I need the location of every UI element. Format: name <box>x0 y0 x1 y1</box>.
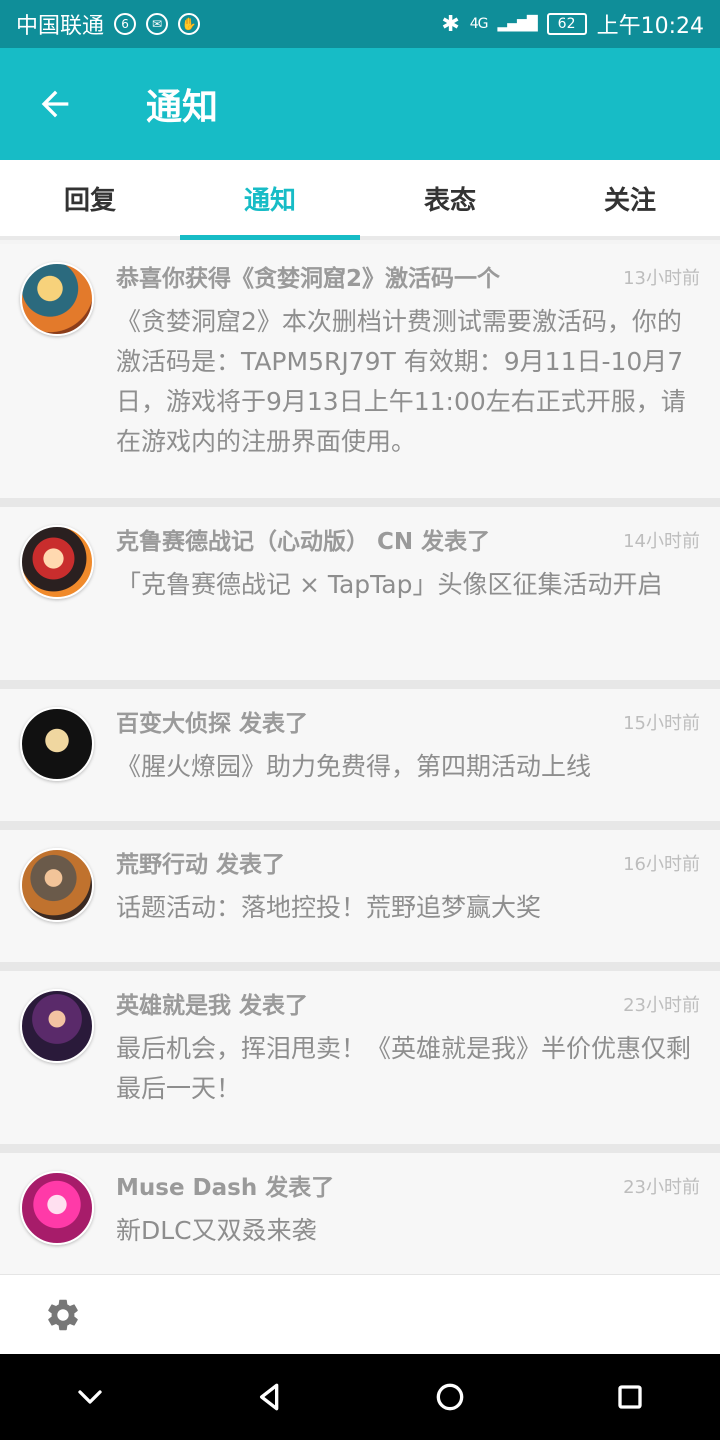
avatar[interactable] <box>20 1171 94 1245</box>
tab-notification[interactable]: 通知 <box>180 160 360 240</box>
notification-title: 荒野行动 发表了 <box>116 852 286 878</box>
notification-item[interactable]: 英雄就是我 发表了 23小时前 最后机会，挥泪甩卖！《英雄就是我》半价优惠仅剩最… <box>0 971 720 1153</box>
back-triangle-icon[interactable] <box>250 1377 290 1417</box>
notification-content: 「克鲁赛德战记 × TapTap」头像区征集活动开启 <box>116 570 663 599</box>
bottom-toolbar <box>0 1274 720 1354</box>
notification-time: 13小时前 <box>623 268 700 289</box>
battery-icon: 62 <box>546 13 587 35</box>
notification-header: 恭喜你获得《贪婪洞窟2》激活码一个 13小时前 <box>116 262 700 296</box>
tab-reply[interactable]: 回复 <box>0 160 180 236</box>
notification-body: Muse Dash 发表了 23小时前 新DLC又双叒来袭 <box>116 1171 700 1267</box>
weibo-icon: 6 <box>114 13 137 35</box>
notification-item[interactable]: 恭喜你获得《贪婪洞窟2》激活码一个 13小时前 《贪婪洞窟2》本次删档计费测试需… <box>0 244 720 507</box>
hand-icon: ✋ <box>178 13 201 35</box>
system-nav-bar <box>0 1354 720 1440</box>
notification-time: 23小时前 <box>623 1177 700 1198</box>
notification-header: Muse Dash 发表了 23小时前 <box>116 1171 700 1205</box>
bluetooth-icon: ✱ <box>441 11 460 37</box>
avatar[interactable] <box>20 707 94 781</box>
notification-body: 恭喜你获得《贪婪洞窟2》激活码一个 13小时前 《贪婪洞窟2》本次删档计费测试需… <box>116 262 700 480</box>
notification-header: 百变大侦探 发表了 15小时前 <box>116 707 700 741</box>
page-title: 通知 <box>146 87 219 128</box>
clock: 上午10:24 <box>596 14 704 39</box>
avatar[interactable] <box>20 848 94 922</box>
notification-item[interactable]: Muse Dash 发表了 23小时前 新DLC又双叒来袭 <box>0 1153 720 1274</box>
notification-content: 话题活动：落地控投！荒野追梦赢大奖 <box>116 893 542 922</box>
notification-title: Muse Dash 发表了 <box>116 1175 335 1201</box>
notification-body: 荒野行动 发表了 16小时前 话题活动：落地控投！荒野追梦赢大奖 <box>116 848 700 944</box>
gear-icon[interactable] <box>44 1296 82 1334</box>
tab-reaction[interactable]: 表态 <box>360 160 540 236</box>
notification-content: 新DLC又双叒来袭 <box>116 1216 317 1245</box>
network-label: 4G <box>469 16 489 32</box>
app-bar: 通知 <box>0 48 720 160</box>
notification-item[interactable]: 荒野行动 发表了 16小时前 话题活动：落地控投！荒野追梦赢大奖 <box>0 830 720 971</box>
signal-icon: ▂▄▆█ <box>497 16 538 32</box>
battery-level: 62 <box>557 16 576 32</box>
avatar[interactable] <box>20 525 94 599</box>
tab-bar: 回复 通知 表态 关注 <box>0 160 720 240</box>
avatar[interactable] <box>20 989 94 1063</box>
notification-body: 百变大侦探 发表了 15小时前 《腥火燎园》助力免费得，第四期活动上线 <box>116 707 700 803</box>
notification-item[interactable]: 克鲁赛德战记（心动版） CN 发表了 14小时前 「克鲁赛德战记 × TapTa… <box>0 507 720 689</box>
notification-body: 克鲁赛德战记（心动版） CN 发表了 14小时前 「克鲁赛德战记 × TapTa… <box>116 525 700 662</box>
notification-body: 英雄就是我 发表了 23小时前 最后机会，挥泪甩卖！《英雄就是我》半价优惠仅剩最… <box>116 989 700 1126</box>
notification-title: 百变大侦探 发表了 <box>116 711 309 737</box>
notification-time: 15小时前 <box>623 713 700 734</box>
notification-list[interactable]: 恭喜你获得《贪婪洞窟2》激活码一个 13小时前 《贪婪洞窟2》本次删档计费测试需… <box>0 244 720 1274</box>
notification-title: 英雄就是我 发表了 <box>116 993 309 1019</box>
carrier-label: 中国联通 <box>16 14 105 39</box>
tab-follow[interactable]: 关注 <box>540 160 720 236</box>
notification-content: 《贪婪洞窟2》本次删档计费测试需要激活码，你的激活码是：TAPM5RJ79T 有… <box>116 307 686 456</box>
notification-header: 英雄就是我 发表了 23小时前 <box>116 989 700 1023</box>
status-right: ✱ 4G ▂▄▆█ 62 上午10:24 <box>441 8 704 40</box>
notification-time: 23小时前 <box>623 995 700 1016</box>
wechat-icon: ✉ <box>146 13 169 35</box>
notification-header: 荒野行动 发表了 16小时前 <box>116 848 700 882</box>
home-circle-icon[interactable] <box>430 1377 470 1417</box>
avatar[interactable] <box>20 262 94 336</box>
chevron-down-icon[interactable] <box>70 1377 110 1417</box>
notification-item[interactable]: 百变大侦探 发表了 15小时前 《腥火燎园》助力免费得，第四期活动上线 <box>0 689 720 830</box>
arrow-left-icon <box>41 90 69 118</box>
notification-content: 《腥火燎园》助力免费得，第四期活动上线 <box>116 752 592 781</box>
notification-content: 最后机会，挥泪甩卖！《英雄就是我》半价优惠仅剩最后一天！ <box>116 1034 692 1103</box>
notification-header: 克鲁赛德战记（心动版） CN 发表了 14小时前 <box>116 525 700 559</box>
notification-time: 16小时前 <box>623 854 700 875</box>
notification-time: 14小时前 <box>623 531 700 552</box>
back-button[interactable] <box>0 48 110 160</box>
status-bar: 中国联通 6 ✉ ✋ ✱ 4G ▂▄▆█ 62 上午10:24 <box>0 0 720 48</box>
notification-title: 恭喜你获得《贪婪洞窟2》激活码一个 <box>116 266 501 292</box>
recents-square-icon[interactable] <box>610 1377 650 1417</box>
notification-title: 克鲁赛德战记（心动版） CN 发表了 <box>116 529 491 555</box>
status-left: 中国联通 6 ✉ ✋ <box>16 8 201 40</box>
